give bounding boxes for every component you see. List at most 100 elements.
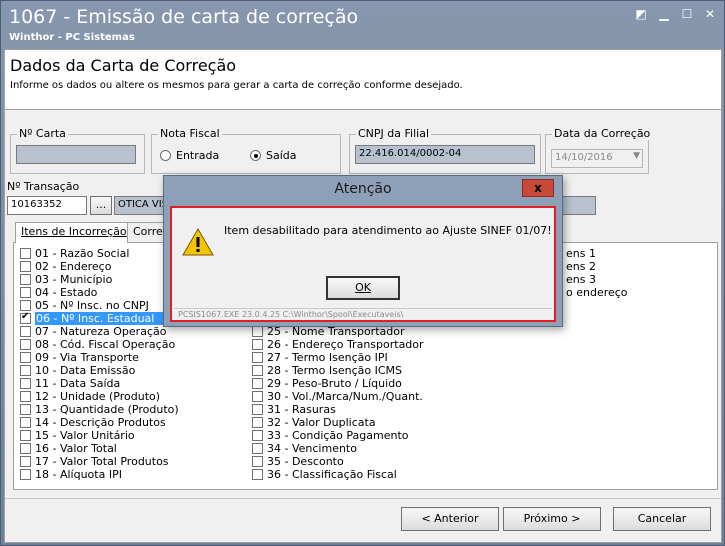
saida-radio-dot[interactable] <box>250 150 261 161</box>
list-item[interactable]: 01 - Razão Social <box>20 247 129 260</box>
list-item[interactable]: 34 - Vencimento <box>252 442 357 455</box>
checkbox[interactable] <box>20 430 31 441</box>
checkbox[interactable] <box>20 456 31 467</box>
list-item-label: 10 - Data Emissão <box>35 364 136 377</box>
list-item[interactable]: 14 - Descrição Produtos <box>20 416 166 429</box>
list-item[interactable]: 09 - Via Transporte <box>20 351 139 364</box>
checkbox[interactable] <box>252 378 263 389</box>
checkbox[interactable] <box>20 404 31 415</box>
transacao-field[interactable]: 10163352 <box>7 196 87 215</box>
list-item[interactable]: 30 - Vol./Marca/Num./Quant. <box>252 390 423 403</box>
list-item[interactable]: 11 - Data Saída <box>20 377 120 390</box>
transacao-label: Nº Transação <box>7 180 80 193</box>
list-item[interactable]: 13 - Quantidade (Produto) <box>20 403 179 416</box>
checkbox[interactable] <box>252 365 263 376</box>
minimize-icon[interactable]: ▁ <box>656 7 672 21</box>
list-item[interactable]: 08 - Cód. Fiscal Operação <box>20 338 175 351</box>
list-item[interactable]: ens 1 <box>566 247 596 260</box>
list-item[interactable]: 36 - Classificação Fiscal <box>252 468 397 481</box>
checkbox[interactable] <box>20 300 31 311</box>
list-item[interactable]: 03 - Município <box>20 273 112 286</box>
list-item[interactable]: 18 - Alíquota IPI <box>20 468 122 481</box>
close-icon[interactable]: ✕ <box>702 7 718 21</box>
checkbox[interactable] <box>20 261 31 272</box>
dialog-separator <box>174 308 552 309</box>
cnpj-field[interactable]: 22.416.014/0002-04 <box>355 145 535 164</box>
attention-dialog: Atenção x Item desabilitado para atendim… <box>163 175 563 327</box>
dialog-message: Item desabilitado para atendimento ao Aj… <box>224 224 552 237</box>
cancelar-button[interactable]: Cancelar <box>613 507 711 531</box>
list-item[interactable]: 07 - Natureza Operação <box>20 325 166 338</box>
list-item-label: 31 - Rasuras <box>267 403 336 416</box>
list-item[interactable]: 32 - Valor Duplicata <box>252 416 376 429</box>
list-item[interactable]: 05 - Nº Insc. no CNPJ <box>20 299 149 312</box>
checkbox-checked[interactable] <box>20 311 31 324</box>
dialog-ok-button[interactable]: OK <box>326 276 400 300</box>
checkbox[interactable] <box>20 469 31 480</box>
saida-radio[interactable]: Saída <box>250 149 297 162</box>
checkbox[interactable] <box>20 365 31 376</box>
num-carta-field[interactable] <box>16 145 136 164</box>
list-item[interactable]: 33 - Condição Pagamento <box>252 429 409 442</box>
checkbox[interactable] <box>252 430 263 441</box>
checkbox[interactable] <box>252 352 263 363</box>
list-item-label: 34 - Vencimento <box>267 442 357 455</box>
checkbox[interactable] <box>20 326 31 337</box>
checkbox[interactable] <box>20 443 31 454</box>
checkbox[interactable] <box>252 443 263 454</box>
list-item[interactable]: 12 - Unidade (Produto) <box>20 390 160 403</box>
list-item[interactable]: 15 - Valor Unitário <box>20 429 135 442</box>
checkbox[interactable] <box>20 352 31 363</box>
num-carta-label: Nº Carta <box>17 127 68 140</box>
data-correcao-group: Data da Correção 14/10/2016 ▼ <box>545 127 653 174</box>
checkbox[interactable] <box>252 417 263 428</box>
list-item[interactable]: 29 - Peso-Bruto / Líquido <box>252 377 402 390</box>
list-item[interactable]: 28 - Termo Isenção ICMS <box>252 364 402 377</box>
list-item[interactable]: 26 - Endereço Transportador <box>252 338 424 351</box>
list-item[interactable]: 06 - Nº Insc. Estadual <box>20 311 187 325</box>
list-item-label: 32 - Valor Duplicata <box>267 416 376 429</box>
list-item[interactable]: 27 - Termo Isenção IPI <box>252 351 388 364</box>
restore-icon[interactable]: ◩ <box>633 7 649 21</box>
browse-button[interactable]: ... <box>90 196 112 215</box>
list-item[interactable]: 17 - Valor Total Produtos <box>20 455 169 468</box>
list-item[interactable]: 10 - Data Emissão <box>20 364 135 377</box>
checkbox[interactable] <box>252 469 263 480</box>
checkbox[interactable] <box>20 274 31 285</box>
checkbox[interactable] <box>20 391 31 402</box>
checkbox[interactable] <box>252 391 263 402</box>
entrada-radio[interactable]: Entrada <box>160 149 219 162</box>
list-item-label: 05 - Nº Insc. no CNPJ <box>35 299 149 312</box>
list-item[interactable]: 35 - Desconto <box>252 455 344 468</box>
cnpj-group: CNPJ da Filial 22.416.014/0002-04 <box>349 127 541 174</box>
checkbox[interactable] <box>20 378 31 389</box>
checkbox[interactable] <box>252 456 263 467</box>
dialog-body: Item desabilitado para atendimento ao Aj… <box>170 206 556 322</box>
list-item-label: 07 - Natureza Operação <box>35 325 167 338</box>
list-item[interactable]: 16 - Valor Total <box>20 442 117 455</box>
proximo-button[interactable]: Próximo > <box>503 507 601 531</box>
data-correcao-field[interactable]: 14/10/2016 ▼ <box>551 149 643 168</box>
list-item[interactable]: o endereço <box>566 286 628 299</box>
checkbox[interactable] <box>20 287 31 298</box>
window-title: 1067 - Emissão de carta de correção <box>9 6 359 28</box>
list-item[interactable]: 31 - Rasuras <box>252 403 336 416</box>
checkbox[interactable] <box>20 417 31 428</box>
checkbox[interactable] <box>252 339 263 350</box>
list-item[interactable]: 02 - Endereço <box>20 260 111 273</box>
list-item[interactable]: 04 - Estado <box>20 286 97 299</box>
calendar-dropdown-icon[interactable]: ▼ <box>633 151 640 161</box>
checkbox[interactable] <box>20 248 31 259</box>
list-item[interactable]: ens 2 <box>566 260 596 273</box>
checkbox[interactable] <box>252 326 263 337</box>
entrada-radio-dot[interactable] <box>160 150 171 161</box>
maximize-icon[interactable]: ☐ <box>679 7 695 21</box>
tab-itens-incorrecao[interactable]: Itens de Incorreção <box>15 222 128 243</box>
list-item-label: 12 - Unidade (Produto) <box>35 390 161 403</box>
list-item[interactable]: ens 3 <box>566 273 596 286</box>
checkbox[interactable] <box>20 339 31 350</box>
checkbox[interactable] <box>252 404 263 415</box>
anterior-button[interactable]: < Anterior <box>401 507 499 531</box>
dialog-close-button[interactable]: x <box>522 179 554 197</box>
num-carta-group: Nº Carta <box>10 127 145 174</box>
